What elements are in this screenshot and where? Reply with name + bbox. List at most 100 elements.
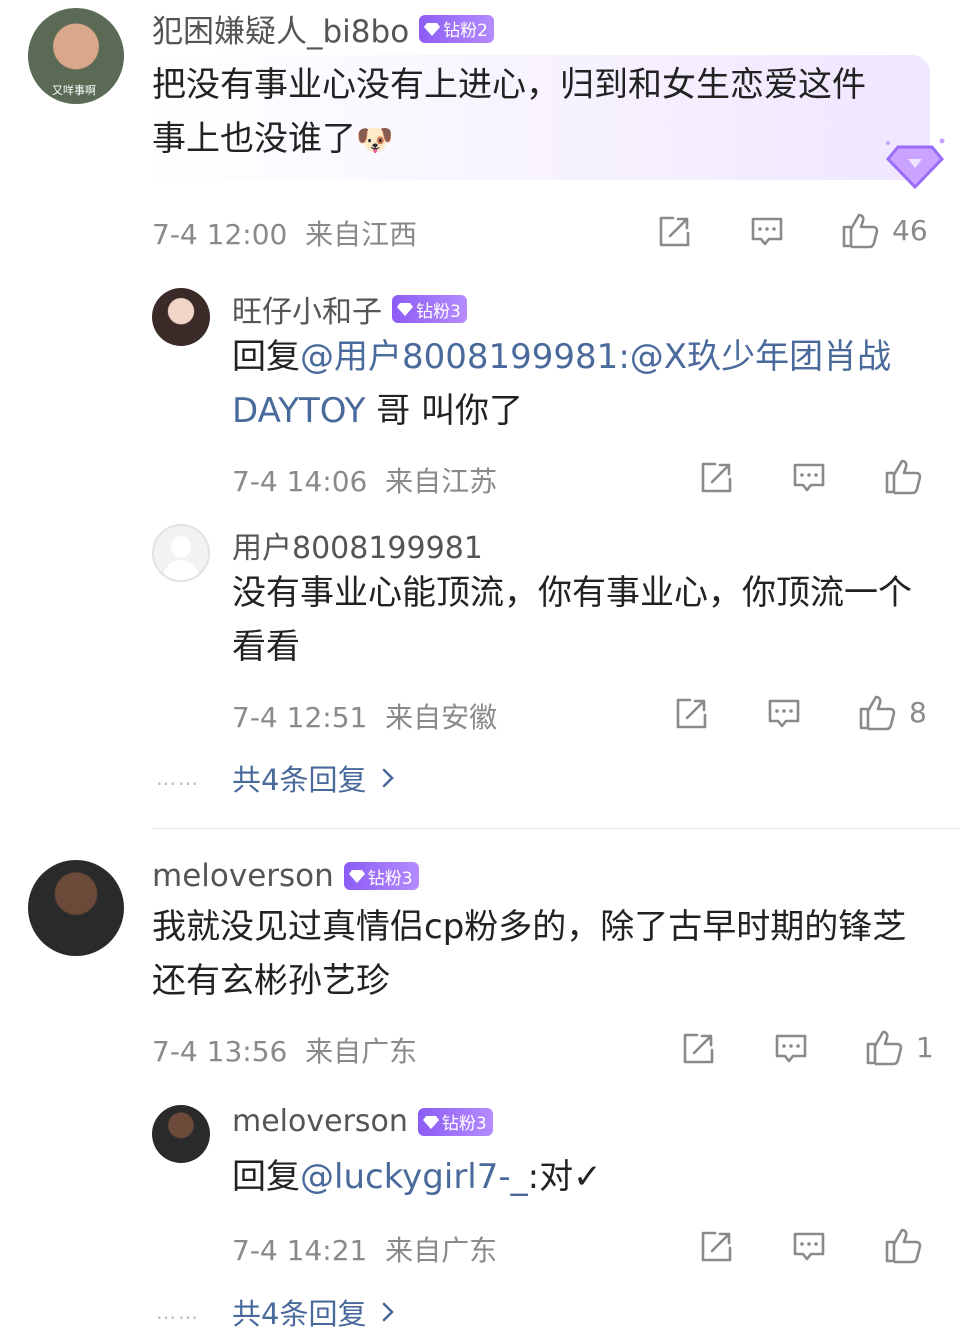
reply-text: 没有事业心能顶流，你有事业心，你顶流一个看看 bbox=[232, 566, 932, 674]
username-text: meloverson bbox=[152, 858, 334, 894]
comment-body: 把没有事业心没有上进心，归到和女生恋爱这件事上也没谁了 bbox=[152, 65, 866, 159]
more-dots: …… bbox=[156, 1300, 200, 1324]
reply-username[interactable]: 用户8008199981 bbox=[232, 523, 483, 567]
reply-button[interactable] bbox=[766, 696, 802, 732]
share-button[interactable] bbox=[680, 1031, 716, 1067]
chevron-right-icon bbox=[383, 1302, 395, 1322]
more-replies-label: 共4条回复 bbox=[232, 763, 367, 797]
thumbs-up-icon bbox=[883, 1225, 923, 1265]
username-text: meloverson bbox=[232, 1104, 408, 1139]
reply-time: 7-4 14:21 bbox=[232, 1234, 368, 1267]
more-replies-label: 共4条回复 bbox=[232, 1297, 367, 1331]
reply-location: 来自安徽 bbox=[385, 701, 498, 734]
comment-text: 我就没见过真情侣cp粉多的，除了古早时期的锋芝还有玄彬孙艺珍 bbox=[152, 900, 932, 1008]
reply-meta: 7-4 14:21 来自广东 bbox=[232, 1229, 497, 1269]
like-button[interactable] bbox=[883, 1225, 923, 1265]
comment-location: 来自江西 bbox=[305, 218, 418, 251]
avatar-head bbox=[171, 536, 191, 558]
like-count: 1 bbox=[916, 1030, 934, 1064]
share-icon bbox=[680, 1031, 716, 1067]
badge-label: 钻粉2 bbox=[443, 21, 488, 41]
mention-link[interactable]: @luckygirl7-_ bbox=[300, 1157, 528, 1197]
thumbs-up-icon bbox=[840, 210, 880, 250]
comment-username[interactable]: meloverson 钻粉3 bbox=[152, 858, 419, 894]
comment-divider bbox=[152, 828, 960, 829]
badge-label: 钻粉3 bbox=[416, 301, 461, 322]
comment-icon bbox=[791, 1229, 827, 1265]
reply-button[interactable] bbox=[773, 1031, 809, 1067]
reply-body: 没有事业心能顶流，你有事业心，你顶流一个看看 bbox=[232, 573, 912, 667]
reply-button[interactable] bbox=[791, 1229, 827, 1265]
share-button[interactable] bbox=[673, 696, 709, 732]
username-text: 旺仔小和子 bbox=[232, 295, 382, 330]
share-icon bbox=[656, 214, 692, 250]
reply-body: 哥 叫你了 bbox=[365, 391, 524, 431]
share-icon bbox=[673, 696, 709, 732]
comment-location: 来自广东 bbox=[305, 1035, 418, 1068]
comment-text: 把没有事业心没有上进心，归到和女生恋爱这件事上也没谁了🐶 bbox=[152, 58, 892, 168]
like-button[interactable]: 1 bbox=[864, 1027, 934, 1067]
share-icon bbox=[698, 1229, 734, 1265]
comment-icon bbox=[749, 214, 785, 250]
avatar[interactable]: 又咩事啊 bbox=[28, 8, 124, 104]
avatar[interactable] bbox=[152, 1105, 210, 1163]
diamond-icon bbox=[349, 869, 365, 883]
share-button[interactable] bbox=[698, 460, 734, 496]
reply-time: 7-4 12:51 bbox=[232, 701, 368, 734]
thumbs-up-icon bbox=[864, 1027, 904, 1067]
reply-text: 回复@用户8008199981:@X玖少年团肖战DAYTOY 哥 叫你了 bbox=[232, 330, 922, 438]
like-button[interactable]: 8 bbox=[857, 692, 927, 732]
badge-label: 钻粉3 bbox=[367, 868, 413, 889]
like-count: 46 bbox=[892, 213, 928, 247]
view-more-replies-button[interactable]: 共4条回复 bbox=[232, 1291, 398, 1333]
reply-username[interactable]: meloverson 钻粉3 bbox=[232, 1104, 493, 1139]
reply-text: 回复@luckygirl7-_:对✓ bbox=[232, 1150, 922, 1204]
avatar-body bbox=[163, 560, 199, 580]
like-count: 8 bbox=[909, 695, 927, 729]
comment-time: 7-4 13:56 bbox=[152, 1035, 288, 1068]
like-button[interactable]: 46 bbox=[840, 210, 928, 250]
comment-username[interactable]: 犯困嫌疑人_bi8bo 钻粉2 bbox=[152, 6, 494, 51]
fan-badge: 钻粉3 bbox=[392, 295, 467, 323]
comment-icon bbox=[766, 696, 802, 732]
username-text: 用户8008199981 bbox=[232, 531, 483, 566]
share-button[interactable] bbox=[656, 214, 692, 250]
reply-location: 来自广东 bbox=[385, 1234, 498, 1267]
like-button[interactable] bbox=[883, 456, 923, 496]
default-avatar[interactable] bbox=[152, 524, 210, 582]
fan-badge: 钻粉2 bbox=[419, 14, 494, 43]
share-icon bbox=[698, 460, 734, 496]
reply-meta: 7-4 14:06 来自江苏 bbox=[232, 460, 497, 500]
reply-username[interactable]: 旺仔小和子 钻粉3 bbox=[232, 287, 467, 331]
fan-badge: 钻粉3 bbox=[417, 1107, 493, 1136]
reply-body: :对✓ bbox=[527, 1157, 602, 1197]
comment-meta: 7-4 13:56 来自广东 bbox=[152, 1030, 417, 1070]
comment-meta: 7-4 12:00 来自江西 bbox=[152, 213, 417, 253]
fan-badge: 钻粉3 bbox=[343, 862, 419, 890]
avatar[interactable] bbox=[28, 860, 124, 956]
comment-icon bbox=[791, 460, 827, 496]
reply-button[interactable] bbox=[749, 214, 785, 250]
mention-link[interactable]: @用户8008199981:@X玖少年团肖战DAYTOY bbox=[232, 337, 891, 431]
username-text: 犯困嫌疑人_bi8bo bbox=[152, 14, 410, 50]
view-more-replies-button[interactable]: 共4条回复 bbox=[232, 757, 398, 799]
comment-body: 我就没见过真情侣cp粉多的，除了古早时期的锋芝还有玄彬孙艺珍 bbox=[152, 907, 907, 1001]
badge-label: 钻粉3 bbox=[441, 1114, 487, 1134]
comment-icon bbox=[773, 1031, 809, 1067]
more-dots: …… bbox=[156, 766, 200, 790]
thumbs-up-icon bbox=[883, 456, 923, 496]
doge-emoji-icon: 🐶 bbox=[356, 123, 394, 158]
share-button[interactable] bbox=[698, 1229, 734, 1265]
reply-button[interactable] bbox=[791, 460, 827, 496]
reply-location: 来自江苏 bbox=[385, 465, 498, 498]
comment-time: 7-4 12:00 bbox=[152, 218, 288, 251]
chevron-right-icon bbox=[383, 768, 395, 788]
reply-prefix: 回复 bbox=[232, 337, 300, 377]
reply-meta: 7-4 12:51 来自安徽 bbox=[232, 696, 497, 736]
reply-time: 7-4 14:06 bbox=[232, 465, 368, 498]
diamond-icon bbox=[424, 22, 440, 36]
diamond-icon bbox=[423, 1115, 439, 1129]
thumbs-up-icon bbox=[857, 692, 897, 732]
avatar[interactable] bbox=[152, 288, 210, 346]
diamond-icon bbox=[397, 302, 413, 316]
